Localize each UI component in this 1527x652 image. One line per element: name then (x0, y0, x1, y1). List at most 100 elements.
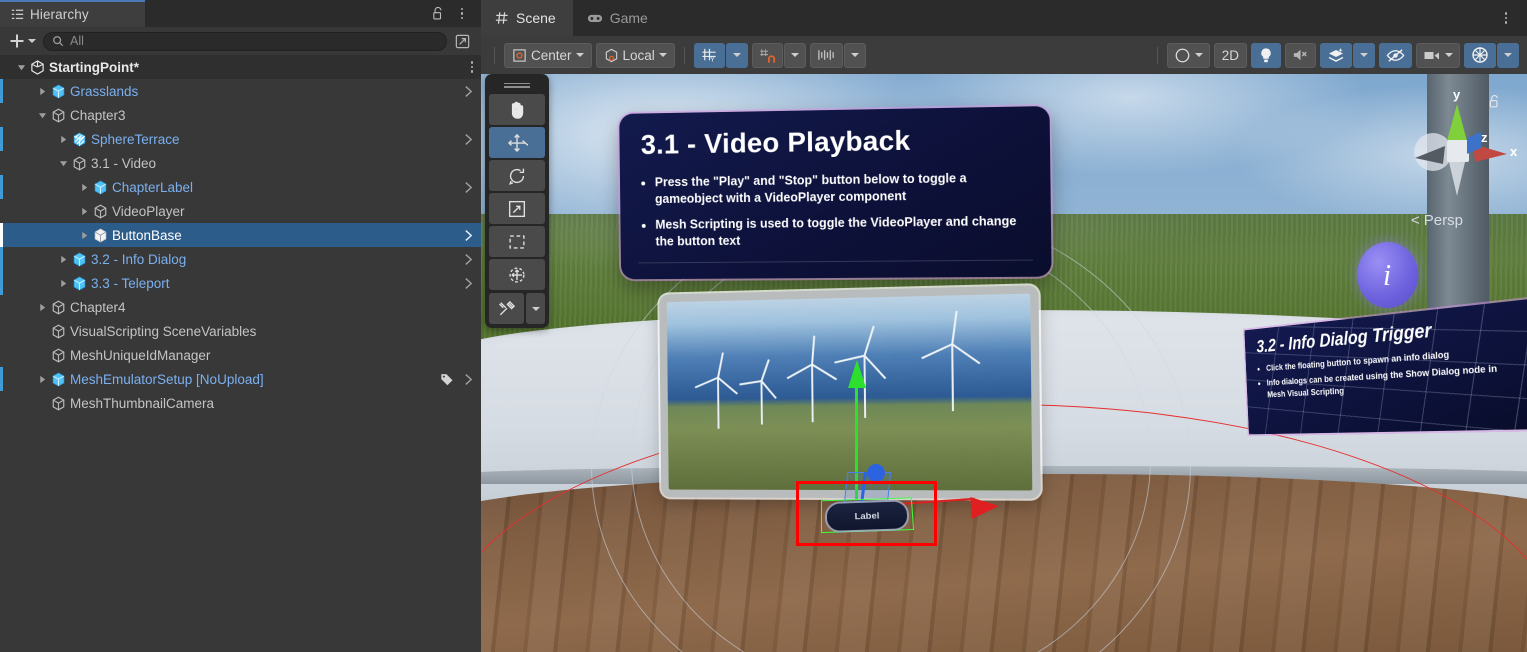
view-2d-toggle[interactable]: 2D (1214, 43, 1247, 68)
camera-icon (1423, 49, 1441, 62)
prefab-cube-icon (70, 252, 88, 267)
add-gameobject-button[interactable] (6, 33, 39, 49)
expand-toggle[interactable] (56, 135, 70, 144)
hand-tool[interactable] (489, 94, 545, 125)
transform-tool[interactable] (489, 259, 545, 290)
selection-highlight-box (796, 481, 937, 546)
shading-mode-button[interactable] (1167, 43, 1210, 68)
hierarchy-row-buttonbase[interactable]: ButtonBase (0, 223, 481, 247)
expand-toggle[interactable] (35, 375, 49, 384)
scene-fx-button[interactable] (1320, 43, 1352, 68)
row-actions (464, 79, 473, 103)
scene-fx-dropdown[interactable] (1353, 43, 1375, 68)
scale-tool[interactable] (489, 193, 545, 224)
gameobject-cube-icon (49, 324, 67, 339)
custom-tools-dropdown[interactable] (526, 293, 545, 324)
scene-visibility-toggle[interactable] (1379, 43, 1412, 68)
tab-hierarchy-label: Hierarchy (30, 7, 89, 22)
search-field[interactable] (43, 32, 447, 51)
scene-audio-toggle[interactable] (1285, 43, 1316, 68)
lock-open-icon[interactable] (427, 3, 449, 25)
prefab-open-chevron-icon[interactable] (464, 133, 473, 146)
pivot-mode-button[interactable]: Center (504, 43, 592, 68)
gizmo-lock-open-icon[interactable] (1488, 94, 1501, 109)
rect-tool[interactable] (489, 226, 545, 257)
prefab-open-chevron-icon[interactable] (464, 181, 473, 194)
scene-viewport[interactable]: 3.1 - Video Playback Press the "Play" an… (481, 74, 1527, 652)
gizmos-globe-icon (1471, 46, 1489, 64)
scene-kebab-menu-icon[interactable] (1495, 7, 1517, 29)
expand-toggle[interactable] (56, 255, 70, 264)
prefab-open-chevron-icon[interactable] (464, 277, 473, 290)
expand-toggle[interactable] (35, 87, 49, 96)
hierarchy-row-videoplayer[interactable]: VideoPlayer (0, 199, 481, 223)
scene-gizmos-dropdown[interactable] (1497, 43, 1519, 68)
hierarchy-row-chapterlabel[interactable]: ChapterLabel (0, 175, 481, 199)
grid-snap-dropdown[interactable] (784, 43, 806, 68)
svg-text:Y: Y (710, 54, 715, 63)
hierarchy-tree[interactable]: StartingPoint*GrasslandsChapter3SphereTe… (0, 55, 481, 652)
expand-toggle[interactable] (14, 63, 28, 72)
grid-visibility-button[interactable]: Y (694, 43, 725, 68)
prefab-open-chevron-icon[interactable] (464, 85, 473, 98)
eye-off-icon (1386, 48, 1405, 63)
hierarchy-row-chapter4[interactable]: Chapter4 (0, 295, 481, 319)
grid-snap-button[interactable] (752, 43, 783, 68)
custom-tools[interactable] (489, 293, 524, 324)
tab-hierarchy[interactable]: Hierarchy (0, 0, 145, 27)
gizmo-axis-z-label: z (1481, 130, 1488, 145)
expand-toggle[interactable] (35, 111, 49, 120)
fx-layers-icon (1327, 47, 1345, 63)
prefab-open-chevron-icon[interactable] (464, 229, 473, 242)
expand-toggle[interactable] (56, 279, 70, 288)
tab-scene[interactable]: Scene (481, 0, 573, 36)
hierarchy-row-3-3-teleport[interactable]: 3.3 - Teleport (0, 271, 481, 295)
gizmo-axis-y-head[interactable] (848, 360, 866, 388)
hierarchy-row-label: MeshThumbnailCamera (70, 396, 214, 411)
hierarchy-row-meshemulatorsetup-noupload[interactable]: MeshEmulatorSetup [NoUpload] (0, 367, 481, 391)
gizmo-axis-z-head[interactable] (867, 464, 885, 482)
hierarchy-row-3-2-info-dialog[interactable]: 3.2 - Info Dialog (0, 247, 481, 271)
rotate-tool[interactable] (489, 160, 545, 191)
hierarchy-row-grasslands[interactable]: Grasslands (0, 79, 481, 103)
search-input[interactable] (70, 34, 438, 48)
prefab-open-chevron-icon[interactable] (464, 373, 473, 386)
expand-toggle[interactable] (56, 159, 70, 168)
row-kebab-menu-icon[interactable] (471, 61, 474, 73)
hierarchy-row-sphereterrace[interactable]: SphereTerrace (0, 127, 481, 151)
rect-transform-icon (506, 231, 528, 253)
custom-tools-group (489, 293, 545, 324)
hierarchy-row-meshthumbnailcamera[interactable]: MeshThumbnailCamera (0, 391, 481, 415)
hierarchy-row-meshuniqueidmanager[interactable]: MeshUniqueIdManager (0, 343, 481, 367)
expand-toggle[interactable] (77, 231, 91, 240)
increment-snap-dropdown[interactable] (844, 43, 866, 68)
scene-camera-button[interactable] (1416, 43, 1460, 68)
grid-visibility-dropdown[interactable] (726, 43, 748, 68)
palette-drag-handle[interactable] (489, 78, 545, 92)
tag-icon[interactable] (440, 372, 454, 386)
move-tool[interactable] (489, 127, 545, 158)
hierarchy-row-startingpoint[interactable]: StartingPoint* (0, 55, 481, 79)
scene-tools-palette[interactable] (485, 74, 549, 328)
hierarchy-row-chapter3[interactable]: Chapter3 (0, 103, 481, 127)
open-in-new-icon[interactable] (451, 30, 473, 52)
scene-orientation-gizmo[interactable]: y x z < Persp (1397, 86, 1517, 236)
handle-rotation-button[interactable]: Local (596, 43, 675, 68)
expand-toggle[interactable] (77, 207, 91, 216)
scale-icon (506, 198, 528, 220)
expand-toggle[interactable] (35, 303, 49, 312)
perspective-toggle[interactable]: < Persp (1411, 212, 1463, 229)
tab-game[interactable]: Game (573, 0, 665, 36)
scene-gizmos-button[interactable] (1464, 43, 1496, 68)
expand-toggle[interactable] (77, 183, 91, 192)
increment-snap-button[interactable] (810, 43, 843, 68)
scene-lighting-toggle[interactable] (1251, 43, 1281, 68)
prefab-open-chevron-icon[interactable] (464, 253, 473, 266)
view-2d-label: 2D (1222, 48, 1239, 63)
info-panel-3-1-title: 3.1 - Video Playback (641, 123, 1028, 161)
hierarchy-row-visualscripting-scenevariables[interactable]: VisualScripting SceneVariables (0, 319, 481, 343)
info-panel-3-1-bullet-2: Mesh Scripting is used to toggle the Vid… (655, 213, 1028, 250)
kebab-menu-icon[interactable] (451, 3, 473, 25)
gizmo-axis-x-head[interactable] (970, 495, 999, 519)
hierarchy-row-3-1-video[interactable]: 3.1 - Video (0, 151, 481, 175)
